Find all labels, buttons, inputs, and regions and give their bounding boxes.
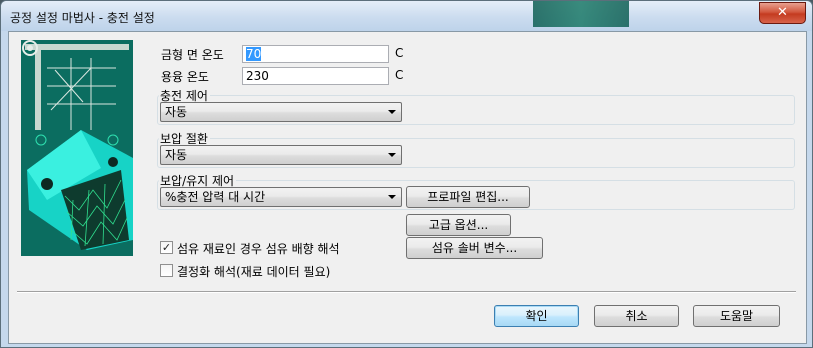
- mold-temp-input[interactable]: 70: [242, 45, 389, 63]
- dialog-window: 공정 설정 마법사 - 충전 설정 ✕ 금형 면 온도 70 C 용융 온도 2…: [0, 0, 813, 348]
- mold-temp-unit: C: [395, 46, 404, 60]
- advanced-options-button[interactable]: 고급 옵션...: [406, 214, 511, 236]
- melt-temp-value: 230: [246, 69, 269, 83]
- title-bar[interactable]: 공정 설정 마법사 - 충전 설정 ✕: [1, 1, 812, 31]
- mold-temp-value: 70: [246, 47, 262, 61]
- cancel-button[interactable]: 취소: [594, 305, 679, 327]
- crystallization-checkbox[interactable]: [160, 264, 173, 277]
- close-icon: ✕: [777, 5, 788, 20]
- fill-control-select[interactable]: 자동: [160, 102, 402, 122]
- process-illustration: [21, 40, 133, 256]
- melt-temp-label: 용융 온도: [161, 70, 209, 84]
- switch-select[interactable]: 자동: [160, 145, 402, 165]
- ok-button[interactable]: 확인: [494, 305, 579, 327]
- fiber-solver-button[interactable]: 섬유 솔버 변수...: [406, 237, 543, 259]
- dialog-body: 금형 면 온도 70 C 용융 온도 230 C 충전 제어 자동 보압 절환 …: [8, 31, 807, 344]
- melt-temp-unit: C: [395, 68, 404, 82]
- chevron-down-icon: [388, 153, 396, 157]
- close-button[interactable]: ✕: [759, 2, 806, 24]
- switch-value: 자동: [165, 148, 188, 162]
- crystallization-checkbox-label: 결정화 해석(재료 데이터 필요): [177, 265, 331, 279]
- pack-holding-value: %충전 압력 대 시간: [165, 190, 266, 204]
- melt-temp-input[interactable]: 230: [242, 67, 389, 85]
- help-button[interactable]: 도움말: [693, 305, 780, 327]
- fiber-checkbox[interactable]: ✓: [160, 241, 173, 254]
- mold-temp-label: 금형 면 온도: [161, 48, 224, 62]
- chevron-down-icon: [388, 110, 396, 114]
- divider: [17, 291, 796, 293]
- fill-control-value: 자동: [165, 105, 188, 119]
- window-title: 공정 설정 마법사 - 충전 설정: [10, 11, 155, 25]
- chevron-down-icon: [388, 195, 396, 199]
- background-decoration: [533, 1, 629, 27]
- mold-illustration-image: [21, 40, 133, 256]
- edit-profile-button[interactable]: 프로파일 편집...: [406, 186, 530, 208]
- pack-holding-select[interactable]: %충전 압력 대 시간: [160, 187, 402, 207]
- fiber-checkbox-label: 섬유 재료인 경우 섬유 배향 해석: [177, 242, 340, 256]
